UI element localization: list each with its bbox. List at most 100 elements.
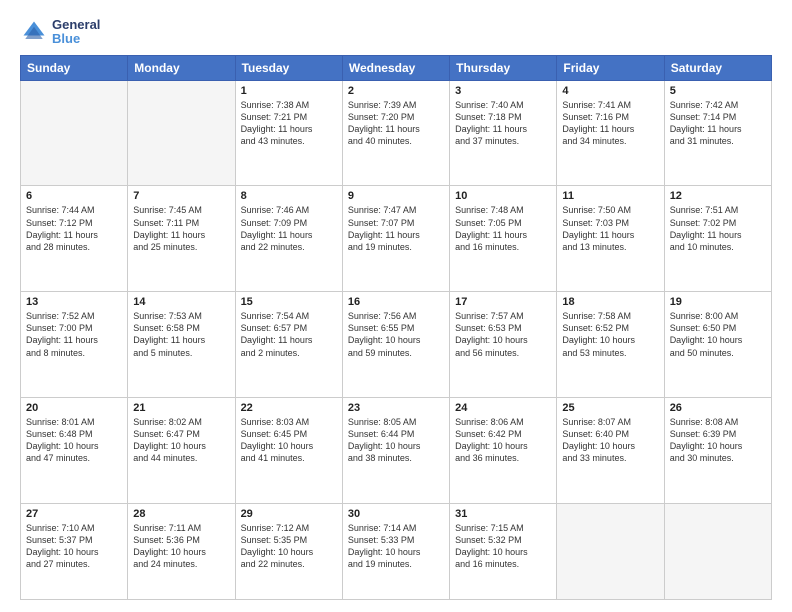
day-info: Sunrise: 7:11 AM Sunset: 5:36 PM Dayligh…	[133, 522, 229, 571]
day-cell: 21 Sunrise: 8:02 AM Sunset: 6:47 PM Dayli…	[128, 397, 235, 503]
weekday-header-monday: Monday	[128, 55, 235, 80]
day-info: Sunrise: 7:42 AM Sunset: 7:14 PM Dayligh…	[670, 99, 766, 148]
day-info: Sunrise: 7:57 AM Sunset: 6:53 PM Dayligh…	[455, 310, 551, 359]
day-info: Sunrise: 7:46 AM Sunset: 7:09 PM Dayligh…	[241, 204, 337, 253]
day-cell	[128, 80, 235, 186]
day-number: 22	[241, 402, 337, 414]
day-info: Sunrise: 7:54 AM Sunset: 6:57 PM Dayligh…	[241, 310, 337, 359]
day-number: 9	[348, 190, 444, 202]
day-number: 19	[670, 296, 766, 308]
day-number: 7	[133, 190, 229, 202]
day-number: 3	[455, 85, 551, 97]
day-info: Sunrise: 7:48 AM Sunset: 7:05 PM Dayligh…	[455, 204, 551, 253]
day-number: 2	[348, 85, 444, 97]
header: General Blue	[20, 18, 772, 47]
day-number: 25	[562, 402, 658, 414]
day-info: Sunrise: 8:07 AM Sunset: 6:40 PM Dayligh…	[562, 416, 658, 465]
day-number: 5	[670, 85, 766, 97]
day-number: 4	[562, 85, 658, 97]
week-row-5: 27 Sunrise: 7:10 AM Sunset: 5:37 PM Dayli…	[21, 503, 772, 599]
day-info: Sunrise: 7:44 AM Sunset: 7:12 PM Dayligh…	[26, 204, 122, 253]
day-cell: 5 Sunrise: 7:42 AM Sunset: 7:14 PM Daylig…	[664, 80, 771, 186]
day-info: Sunrise: 7:58 AM Sunset: 6:52 PM Dayligh…	[562, 310, 658, 359]
logo: General Blue	[20, 18, 100, 47]
day-cell: 25 Sunrise: 8:07 AM Sunset: 6:40 PM Dayli…	[557, 397, 664, 503]
day-cell: 10 Sunrise: 7:48 AM Sunset: 7:05 PM Dayli…	[450, 186, 557, 292]
week-row-2: 6Sunrise: 7:44 AM Sunset: 7:12 PM Daylig…	[21, 186, 772, 292]
day-info: Sunrise: 7:53 AM Sunset: 6:58 PM Dayligh…	[133, 310, 229, 359]
day-cell: 31Sunrise: 7:15 AM Sunset: 5:32 PM Dayli…	[450, 503, 557, 599]
day-cell: 6Sunrise: 7:44 AM Sunset: 7:12 PM Daylig…	[21, 186, 128, 292]
day-number: 16	[348, 296, 444, 308]
day-cell: 16 Sunrise: 7:56 AM Sunset: 6:55 PM Dayli…	[342, 292, 449, 398]
day-info: Sunrise: 8:03 AM Sunset: 6:45 PM Dayligh…	[241, 416, 337, 465]
day-cell: 22 Sunrise: 8:03 AM Sunset: 6:45 PM Dayli…	[235, 397, 342, 503]
day-cell: 3 Sunrise: 7:40 AM Sunset: 7:18 PM Daylig…	[450, 80, 557, 186]
day-cell: 12 Sunrise: 7:51 AM Sunset: 7:02 PM Dayli…	[664, 186, 771, 292]
day-number: 20	[26, 402, 122, 414]
day-number: 28	[133, 508, 229, 520]
day-cell: 30 Sunrise: 7:14 AM Sunset: 5:33 PM Dayli…	[342, 503, 449, 599]
day-number: 15	[241, 296, 337, 308]
day-cell	[664, 503, 771, 599]
day-cell: 11Sunrise: 7:50 AM Sunset: 7:03 PM Dayli…	[557, 186, 664, 292]
day-info: Sunrise: 8:05 AM Sunset: 6:44 PM Dayligh…	[348, 416, 444, 465]
day-info: Sunrise: 7:56 AM Sunset: 6:55 PM Dayligh…	[348, 310, 444, 359]
day-number: 21	[133, 402, 229, 414]
page: General Blue SundayMondayTuesdayWednesda…	[0, 0, 792, 612]
day-number: 30	[348, 508, 444, 520]
day-number: 10	[455, 190, 551, 202]
day-info: Sunrise: 7:38 AM Sunset: 7:21 PM Dayligh…	[241, 99, 337, 148]
day-cell: 26 Sunrise: 8:08 AM Sunset: 6:39 PM Dayli…	[664, 397, 771, 503]
day-number: 8	[241, 190, 337, 202]
day-cell: 17Sunrise: 7:57 AM Sunset: 6:53 PM Dayli…	[450, 292, 557, 398]
day-cell: 2Sunrise: 7:39 AM Sunset: 7:20 PM Daylig…	[342, 80, 449, 186]
week-row-3: 13 Sunrise: 7:52 AM Sunset: 7:00 PM Dayli…	[21, 292, 772, 398]
calendar-table: SundayMondayTuesdayWednesdayThursdayFrid…	[20, 55, 772, 600]
day-number: 12	[670, 190, 766, 202]
day-cell: 24 Sunrise: 8:06 AM Sunset: 6:42 PM Dayli…	[450, 397, 557, 503]
day-info: Sunrise: 7:45 AM Sunset: 7:11 PM Dayligh…	[133, 204, 229, 253]
weekday-header-row: SundayMondayTuesdayWednesdayThursdayFrid…	[21, 55, 772, 80]
day-cell	[557, 503, 664, 599]
logo-text: General Blue	[52, 18, 100, 47]
day-number: 11	[562, 190, 658, 202]
logo-icon	[20, 18, 48, 46]
day-number: 14	[133, 296, 229, 308]
day-number: 13	[26, 296, 122, 308]
weekday-header-wednesday: Wednesday	[342, 55, 449, 80]
day-info: Sunrise: 7:10 AM Sunset: 5:37 PM Dayligh…	[26, 522, 122, 571]
day-cell: 27 Sunrise: 7:10 AM Sunset: 5:37 PM Dayli…	[21, 503, 128, 599]
weekday-header-friday: Friday	[557, 55, 664, 80]
day-info: Sunrise: 8:00 AM Sunset: 6:50 PM Dayligh…	[670, 310, 766, 359]
day-info: Sunrise: 7:14 AM Sunset: 5:33 PM Dayligh…	[348, 522, 444, 571]
day-number: 1	[241, 85, 337, 97]
day-cell: 13 Sunrise: 7:52 AM Sunset: 7:00 PM Dayli…	[21, 292, 128, 398]
weekday-header-saturday: Saturday	[664, 55, 771, 80]
day-cell	[21, 80, 128, 186]
day-info: Sunrise: 7:47 AM Sunset: 7:07 PM Dayligh…	[348, 204, 444, 253]
day-number: 26	[670, 402, 766, 414]
day-number: 29	[241, 508, 337, 520]
day-info: Sunrise: 7:52 AM Sunset: 7:00 PM Dayligh…	[26, 310, 122, 359]
day-number: 23	[348, 402, 444, 414]
day-cell: 28 Sunrise: 7:11 AM Sunset: 5:36 PM Dayli…	[128, 503, 235, 599]
day-cell: 7 Sunrise: 7:45 AM Sunset: 7:11 PM Daylig…	[128, 186, 235, 292]
day-number: 27	[26, 508, 122, 520]
weekday-header-sunday: Sunday	[21, 55, 128, 80]
day-info: Sunrise: 7:51 AM Sunset: 7:02 PM Dayligh…	[670, 204, 766, 253]
day-info: Sunrise: 7:40 AM Sunset: 7:18 PM Dayligh…	[455, 99, 551, 148]
day-cell: 29 Sunrise: 7:12 AM Sunset: 5:35 PM Dayli…	[235, 503, 342, 599]
week-row-1: 1 Sunrise: 7:38 AM Sunset: 7:21 PM Daylig…	[21, 80, 772, 186]
day-info: Sunrise: 7:12 AM Sunset: 5:35 PM Dayligh…	[241, 522, 337, 571]
day-info: Sunrise: 8:08 AM Sunset: 6:39 PM Dayligh…	[670, 416, 766, 465]
day-cell: 15 Sunrise: 7:54 AM Sunset: 6:57 PM Dayli…	[235, 292, 342, 398]
day-info: Sunrise: 8:02 AM Sunset: 6:47 PM Dayligh…	[133, 416, 229, 465]
day-info: Sunrise: 7:41 AM Sunset: 7:16 PM Dayligh…	[562, 99, 658, 148]
day-cell: 4 Sunrise: 7:41 AM Sunset: 7:16 PM Daylig…	[557, 80, 664, 186]
day-info: Sunrise: 8:06 AM Sunset: 6:42 PM Dayligh…	[455, 416, 551, 465]
day-number: 18	[562, 296, 658, 308]
day-cell: 14 Sunrise: 7:53 AM Sunset: 6:58 PM Dayli…	[128, 292, 235, 398]
day-cell: 18 Sunrise: 7:58 AM Sunset: 6:52 PM Dayli…	[557, 292, 664, 398]
day-number: 24	[455, 402, 551, 414]
